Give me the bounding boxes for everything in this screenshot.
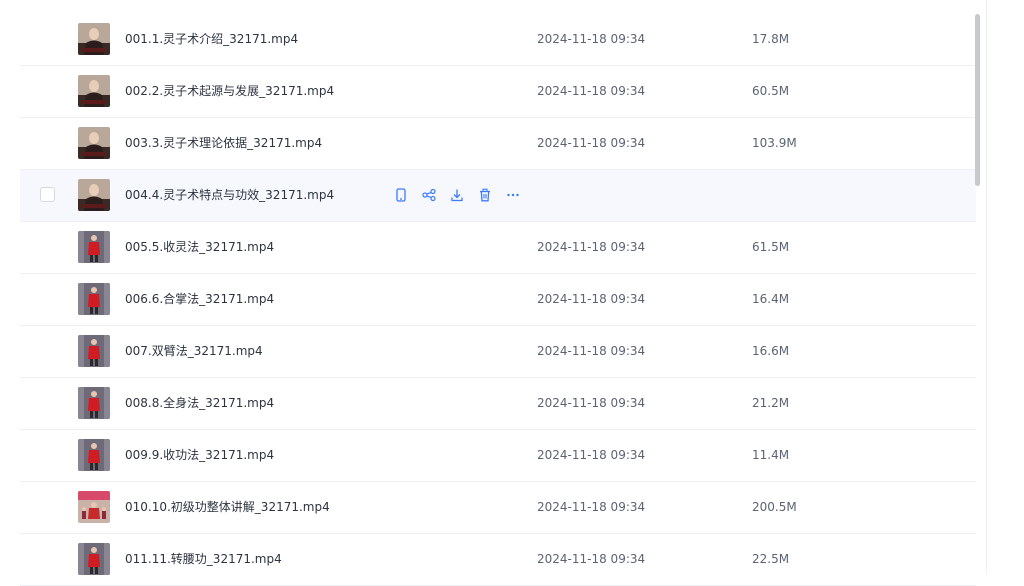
file-size: 22.5M [752,552,790,566]
file-name[interactable]: 005.5.收灵法_32171.mp4 [125,222,274,273]
file-name[interactable]: 009.9.收功法_32171.mp4 [125,430,274,481]
file-name[interactable]: 003.3.灵子术理论依据_32171.mp4 [125,118,322,169]
video-thumbnail [78,439,110,471]
file-name[interactable]: 008.8.全身法_32171.mp4 [125,378,274,429]
video-thumbnail [78,231,110,263]
video-thumbnail [78,75,110,107]
file-date: 2024-11-18 09:34 [537,344,646,358]
video-thumbnail [78,387,110,419]
download-icon[interactable] [448,186,466,204]
scrollbar-thumb[interactable] [975,14,980,186]
file-date: 2024-11-18 09:34 [537,240,646,254]
file-date: 2024-11-18 09:34 [537,292,646,306]
video-thumbnail [78,543,110,575]
file-row[interactable]: 006.6.合掌法_32171.mp4 2024-11-18 09:34 16.4M [20,274,976,326]
file-date: 2024-11-18 09:34 [537,136,646,150]
file-size: 16.6M [752,344,790,358]
file-date: 2024-11-18 09:34 [537,396,646,410]
row-checkbox[interactable] [40,187,55,202]
file-name[interactable]: 007.双臂法_32171.mp4 [125,326,263,377]
file-name[interactable]: 006.6.合掌法_32171.mp4 [125,274,274,325]
file-date: 2024-11-18 09:34 [537,84,646,98]
file-row[interactable]: 004.4.灵子术特点与功效_32171.mp4 [20,170,976,222]
video-thumbnail [78,127,110,159]
file-row[interactable]: 010.10.初级功整体讲解_32171.mp4 2024-11-18 09:34… [20,482,976,534]
file-size: 21.2M [752,396,790,410]
file-size: 17.8M [752,32,790,46]
file-date: 2024-11-18 09:34 [537,552,646,566]
trash-icon[interactable] [476,186,494,204]
file-name[interactable]: 010.10.初级功整体讲解_32171.mp4 [125,482,330,533]
file-size: 16.4M [752,292,790,306]
file-row[interactable]: 007.双臂法_32171.mp4 2024-11-18 09:34 16.6M [20,326,976,378]
file-row[interactable]: 008.8.全身法_32171.mp4 2024-11-18 09:34 21.2M [20,378,976,430]
video-thumbnail [78,23,110,55]
row-actions [392,186,522,204]
file-size: 11.4M [752,448,790,462]
file-row[interactable]: 003.3.灵子术理论依据_32171.mp4 2024-11-18 09:34 1… [20,118,976,170]
file-list-panel: 001.1.灵子术介绍_32171.mp4 2024-11-18 09:34 17.… [0,0,987,586]
more-icon[interactable] [504,186,522,204]
file-list: 001.1.灵子术介绍_32171.mp4 2024-11-18 09:34 17.… [20,14,976,586]
file-row[interactable]: 005.5.收灵法_32171.mp4 2024-11-18 09:34 61.5M [20,222,976,274]
video-thumbnail [78,283,110,315]
file-row[interactable]: 002.2.灵子术起源与发展_32171.mp4 2024-11-18 09:34… [20,66,976,118]
file-size: 103.9M [752,136,797,150]
file-size: 60.5M [752,84,790,98]
file-date: 2024-11-18 09:34 [537,32,646,46]
file-size: 61.5M [752,240,790,254]
phone-icon[interactable] [392,186,410,204]
video-thumbnail [78,335,110,367]
file-name[interactable]: 004.4.灵子术特点与功效_32171.mp4 [125,170,334,221]
video-thumbnail [78,491,110,523]
file-size: 200.5M [752,500,797,514]
share-icon[interactable] [420,186,438,204]
file-date: 2024-11-18 09:34 [537,448,646,462]
file-row[interactable]: 011.11.转腰功_32171.mp4 2024-11-18 09:34 22.5… [20,534,976,586]
file-name[interactable]: 001.1.灵子术介绍_32171.mp4 [125,14,298,65]
video-thumbnail [78,179,110,211]
file-row[interactable]: 009.9.收功法_32171.mp4 2024-11-18 09:34 11.4M [20,430,976,482]
file-name[interactable]: 002.2.灵子术起源与发展_32171.mp4 [125,66,334,117]
file-date: 2024-11-18 09:34 [537,500,646,514]
file-row[interactable]: 001.1.灵子术介绍_32171.mp4 2024-11-18 09:34 17.… [20,14,976,66]
file-name[interactable]: 011.11.转腰功_32171.mp4 [125,534,282,585]
